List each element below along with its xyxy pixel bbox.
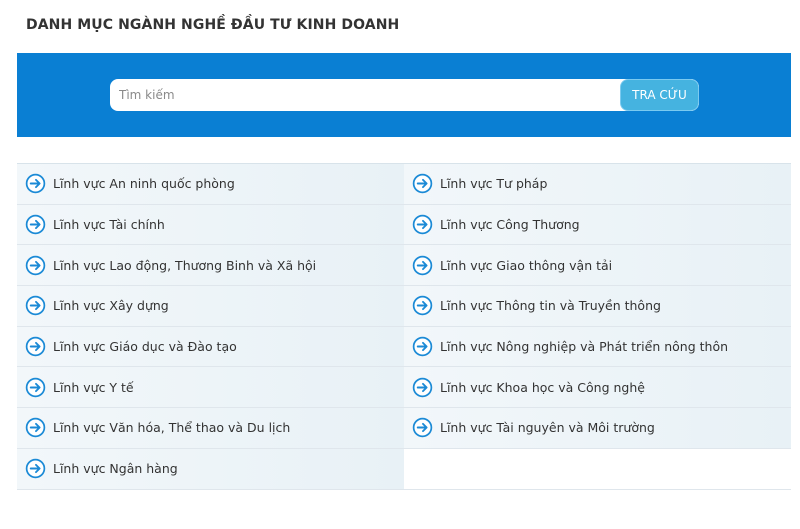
category-row: Lĩnh vực Giáo dục và Đào tạo Lĩnh vực Nô… <box>17 326 791 368</box>
arrow-right-circle-icon <box>25 214 46 235</box>
search-box: TRA CỨU <box>110 79 699 111</box>
category-label: Lĩnh vực Xây dựng <box>53 298 169 314</box>
arrow-right-circle-icon <box>412 336 433 357</box>
arrow-right-circle-icon <box>412 255 433 275</box>
category-item[interactable]: Lĩnh vực Giáo dục và Đào tạo <box>17 326 404 367</box>
category-item[interactable]: Lĩnh vực Văn hóa, Thể thao và Du lịch <box>17 408 404 448</box>
category-label: Lĩnh vực Y tế <box>53 379 134 395</box>
category-label: Lĩnh vực Văn hóa, Thể thao và Du lịch <box>53 420 291 436</box>
arrow-right-circle-icon <box>25 296 46 316</box>
arrow-right-circle-icon <box>412 418 433 438</box>
category-label: Lĩnh vực Khoa học và Công nghệ <box>440 379 645 395</box>
category-item[interactable]: Lĩnh vực Lao động, Thương Binh và Xã hội <box>17 245 404 286</box>
page-title: DANH MỤC NGÀNH NGHỀ ĐẦU TƯ KINH DOANH <box>26 17 400 33</box>
category-label: Lĩnh vực Nông nghiệp và Phát triển nông … <box>440 339 729 355</box>
category-row: Lĩnh vực Văn hóa, Thể thao và Du lịch Lĩ… <box>17 408 791 449</box>
category-item[interactable]: Lĩnh vực Xây dựng <box>17 286 404 326</box>
category-item[interactable]: Lĩnh vực Khoa học và Công nghệ <box>404 367 791 408</box>
category-item[interactable]: Lĩnh vực Tài chính <box>17 204 404 245</box>
category-label: Lĩnh vực Tư pháp <box>440 176 548 192</box>
category-list: Lĩnh vực An ninh quốc phòng Lĩnh vực Tư … <box>17 163 791 490</box>
category-item[interactable]: Lĩnh vực Ngân hàng <box>17 448 404 489</box>
category-item[interactable]: Lĩnh vực An ninh quốc phòng <box>17 164 404 204</box>
category-item[interactable]: Lĩnh vực Giao thông vận tải <box>404 245 791 286</box>
category-row: Lĩnh vực An ninh quốc phòng Lĩnh vực Tư … <box>17 164 791 205</box>
arrow-right-circle-icon <box>25 336 46 357</box>
arrow-right-circle-icon <box>25 458 46 479</box>
category-row: Lĩnh vực Ngân hàng <box>17 448 791 490</box>
arrow-right-circle-icon <box>25 174 46 194</box>
search-banner: TRA CỨU <box>17 53 791 137</box>
search-button[interactable]: TRA CỨU <box>620 79 699 111</box>
category-row: Lĩnh vực Tài chính Lĩnh vực Công Thương <box>17 204 791 246</box>
empty-cell <box>404 448 791 489</box>
search-input[interactable] <box>110 79 620 111</box>
arrow-right-circle-icon <box>412 174 433 194</box>
arrow-right-circle-icon <box>25 377 46 398</box>
category-label: Lĩnh vực An ninh quốc phòng <box>53 176 235 192</box>
category-row: Lĩnh vực Y tế Lĩnh vực Khoa học và Công … <box>17 367 791 409</box>
category-item[interactable]: Lĩnh vực Y tế <box>17 367 404 408</box>
arrow-right-circle-icon <box>412 214 433 235</box>
category-row: Lĩnh vực Xây dựng Lĩnh vực Thông tin và … <box>17 286 791 327</box>
category-label: Lĩnh vực Tài nguyên và Môi trường <box>440 420 655 436</box>
category-item[interactable]: Lĩnh vực Thông tin và Truyền thông <box>404 286 791 326</box>
category-item[interactable]: Lĩnh vực Tài nguyên và Môi trường <box>404 408 791 448</box>
category-item[interactable]: Lĩnh vực Tư pháp <box>404 164 791 204</box>
arrow-right-circle-icon <box>412 296 433 316</box>
arrow-right-circle-icon <box>25 255 46 275</box>
category-label: Lĩnh vực Công Thương <box>440 217 580 233</box>
arrow-right-circle-icon <box>25 418 46 438</box>
category-label: Lĩnh vực Giáo dục và Đào tạo <box>53 339 237 355</box>
arrow-right-circle-icon <box>412 377 433 398</box>
category-item[interactable]: Lĩnh vực Nông nghiệp và Phát triển nông … <box>404 326 791 367</box>
category-label: Lĩnh vực Lao động, Thương Binh và Xã hội <box>53 257 317 273</box>
category-label: Lĩnh vực Tài chính <box>53 217 165 233</box>
category-item[interactable]: Lĩnh vực Công Thương <box>404 204 791 245</box>
category-label: Lĩnh vực Giao thông vận tải <box>440 257 613 273</box>
category-label: Lĩnh vực Thông tin và Truyền thông <box>440 298 661 314</box>
category-row: Lĩnh vực Lao động, Thương Binh và Xã hội… <box>17 245 791 287</box>
category-label: Lĩnh vực Ngân hàng <box>53 461 178 477</box>
